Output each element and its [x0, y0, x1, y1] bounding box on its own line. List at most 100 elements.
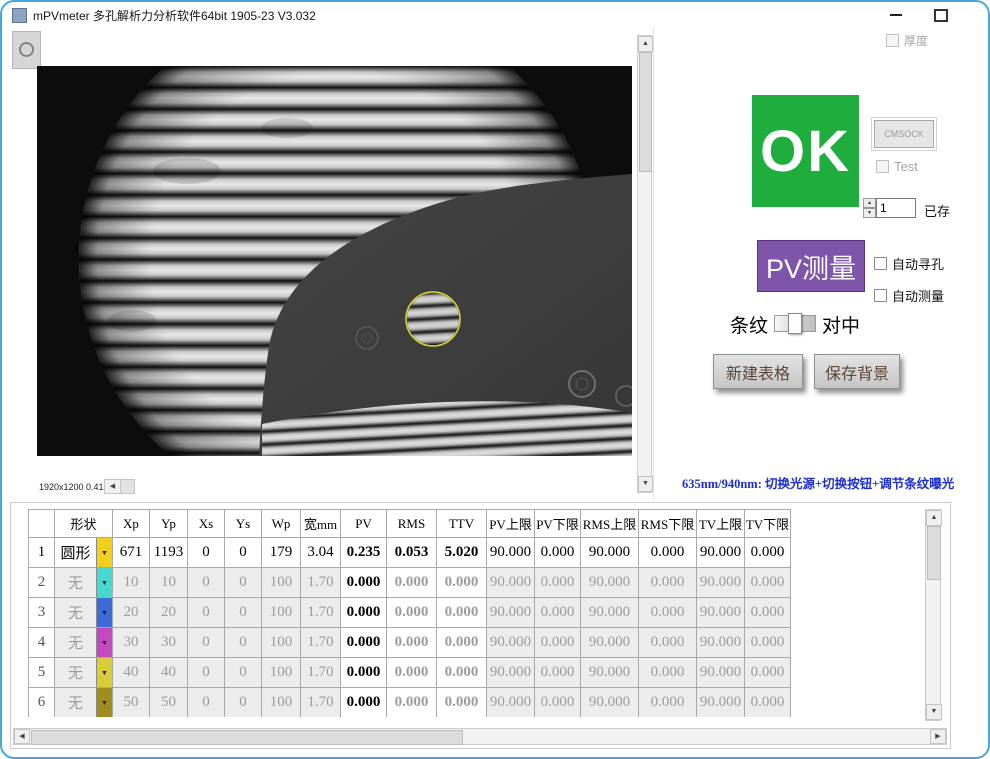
cell-ttv[interactable]: 5.020 — [437, 538, 487, 568]
cell-ys[interactable]: 0 — [225, 658, 262, 688]
cell-xs[interactable]: 0 — [188, 628, 225, 658]
cell-ttv[interactable]: 0.000 — [437, 688, 487, 718]
cell-xp[interactable]: 50 — [113, 688, 150, 718]
cell-pvu[interactable]: 90.000 — [487, 568, 535, 598]
thickness-checkbox[interactable]: 厚度 — [886, 32, 928, 49]
scroll-left-icon[interactable]: ◀ — [104, 479, 121, 494]
cell-pvd[interactable]: 0.000 — [535, 658, 581, 688]
shape-dropdown-icon[interactable]: ▼ — [96, 568, 112, 597]
cell-rms[interactable]: 0.000 — [387, 658, 437, 688]
cell-pvu[interactable]: 90.000 — [487, 688, 535, 718]
spin-up-icon[interactable]: ▲ — [863, 198, 876, 208]
shape-cell[interactable]: 圆形▼ — [55, 538, 113, 568]
cell-rmsd[interactable]: 0.000 — [639, 658, 697, 688]
cell-pvu[interactable]: 90.000 — [487, 598, 535, 628]
cell-xs[interactable]: 0 — [188, 568, 225, 598]
shape-dropdown-icon[interactable]: ▼ — [96, 598, 112, 627]
cell-yp[interactable]: 10 — [150, 568, 188, 598]
table-horizontal-scrollbar[interactable]: ◀ ▶ — [13, 728, 947, 745]
saved-count-field[interactable]: 1 — [876, 198, 916, 218]
shape-dropdown-icon[interactable]: ▼ — [96, 658, 112, 687]
cell-xp[interactable]: 671 — [113, 538, 150, 568]
scroll-up-icon[interactable]: ▲ — [926, 510, 942, 526]
cell-ttv[interactable]: 0.000 — [437, 658, 487, 688]
cell-xs[interactable]: 0 — [188, 598, 225, 628]
cell-rmsd[interactable]: 0.000 — [639, 568, 697, 598]
cell-rmsu[interactable]: 90.000 — [581, 568, 639, 598]
cell-pv[interactable]: 0.235 — [341, 538, 387, 568]
cell-yp[interactable]: 20 — [150, 598, 188, 628]
cell-ttv[interactable]: 0.000 — [437, 628, 487, 658]
cell-tvd[interactable]: 0.000 — [745, 688, 791, 718]
cell-tvd[interactable]: 0.000 — [745, 658, 791, 688]
table-vertical-scrollbar[interactable]: ▲ ▼ — [925, 509, 941, 721]
cell-pvd[interactable]: 0.000 — [535, 568, 581, 598]
shape-dropdown-icon[interactable]: ▼ — [96, 628, 112, 657]
cell-w[interactable]: 1.70 — [301, 688, 341, 718]
cell-tvu[interactable]: 90.000 — [697, 598, 745, 628]
cell-wp[interactable]: 100 — [262, 688, 301, 718]
cell-rms[interactable]: 0.000 — [387, 598, 437, 628]
cell-pvd[interactable]: 0.000 — [535, 538, 581, 568]
scroll-right-icon[interactable]: ▶ — [930, 729, 946, 744]
cell-ttv[interactable]: 0.000 — [437, 568, 487, 598]
save-background-button[interactable]: 保存背景 — [814, 354, 900, 389]
cell-rmsu[interactable]: 90.000 — [581, 628, 639, 658]
test-checkbox[interactable]: Test — [876, 159, 918, 174]
cell-wp[interactable]: 100 — [262, 658, 301, 688]
shape-cell[interactable]: 无▼ — [55, 688, 113, 718]
cell-xp[interactable]: 30 — [113, 628, 150, 658]
cell-yp[interactable]: 40 — [150, 658, 188, 688]
shape-dropdown-icon[interactable]: ▼ — [96, 688, 112, 717]
cell-w[interactable]: 1.70 — [301, 628, 341, 658]
cell-xp[interactable]: 10 — [113, 568, 150, 598]
cell-ys[interactable]: 0 — [225, 688, 262, 718]
cell-rmsu[interactable]: 90.000 — [581, 538, 639, 568]
shape-cell[interactable]: 无▼ — [55, 568, 113, 598]
scroll-up-icon[interactable]: ▲ — [638, 36, 653, 52]
cell-yp[interactable]: 1193 — [150, 538, 188, 568]
cell-pvd[interactable]: 0.000 — [535, 688, 581, 718]
cell-ys[interactable]: 0 — [225, 628, 262, 658]
cell-rmsd[interactable]: 0.000 — [639, 628, 697, 658]
table-vscroll-thumb[interactable] — [927, 526, 941, 580]
auto-measure-checkbox[interactable]: 自动测量 — [874, 286, 944, 305]
cell-xp[interactable]: 20 — [113, 598, 150, 628]
cell-tvd[interactable]: 0.000 — [745, 598, 791, 628]
cell-ys[interactable]: 0 — [225, 538, 262, 568]
cell-rms[interactable]: 0.000 — [387, 688, 437, 718]
cell-rmsu[interactable]: 90.000 — [581, 658, 639, 688]
scroll-down-icon[interactable]: ▼ — [638, 476, 653, 492]
cell-wp[interactable]: 100 — [262, 598, 301, 628]
cell-ys[interactable]: 0 — [225, 598, 262, 628]
cell-rms[interactable]: 0.000 — [387, 568, 437, 598]
scroll-left-icon[interactable]: ◀ — [14, 729, 30, 744]
toggle-handle[interactable] — [788, 313, 802, 334]
cell-ttv[interactable]: 0.000 — [437, 598, 487, 628]
cell-rmsd[interactable]: 0.000 — [639, 598, 697, 628]
viewer-vertical-scrollbar[interactable]: ▲ ▼ — [637, 35, 652, 493]
saved-count-spinner[interactable]: ▲ ▼ 1 — [863, 198, 916, 218]
cell-tvd[interactable]: 0.000 — [745, 568, 791, 598]
cell-w[interactable]: 3.04 — [301, 538, 341, 568]
cell-pv[interactable]: 0.000 — [341, 628, 387, 658]
pv-measure-button[interactable]: PV测量 — [757, 240, 865, 292]
cell-pv[interactable]: 0.000 — [341, 568, 387, 598]
camera-tool-icon[interactable] — [12, 31, 41, 69]
cell-xs[interactable]: 0 — [188, 688, 225, 718]
cell-yp[interactable]: 50 — [150, 688, 188, 718]
fringe-align-toggle[interactable] — [774, 315, 816, 332]
cmsock-button[interactable]: CMSOCK — [874, 120, 934, 148]
cell-tvu[interactable]: 90.000 — [697, 538, 745, 568]
cell-xs[interactable]: 0 — [188, 658, 225, 688]
minimize-icon[interactable] — [890, 14, 902, 16]
shape-dropdown-icon[interactable]: ▼ — [96, 538, 112, 567]
viewer-hscroll-track[interactable] — [121, 479, 135, 494]
cell-rms[interactable]: 0.053 — [387, 538, 437, 568]
scroll-down-icon[interactable]: ▼ — [926, 704, 942, 720]
spin-down-icon[interactable]: ▼ — [863, 208, 876, 218]
cell-pv[interactable]: 0.000 — [341, 658, 387, 688]
shape-cell[interactable]: 无▼ — [55, 658, 113, 688]
cell-tvu[interactable]: 90.000 — [697, 568, 745, 598]
cell-rmsu[interactable]: 90.000 — [581, 688, 639, 718]
